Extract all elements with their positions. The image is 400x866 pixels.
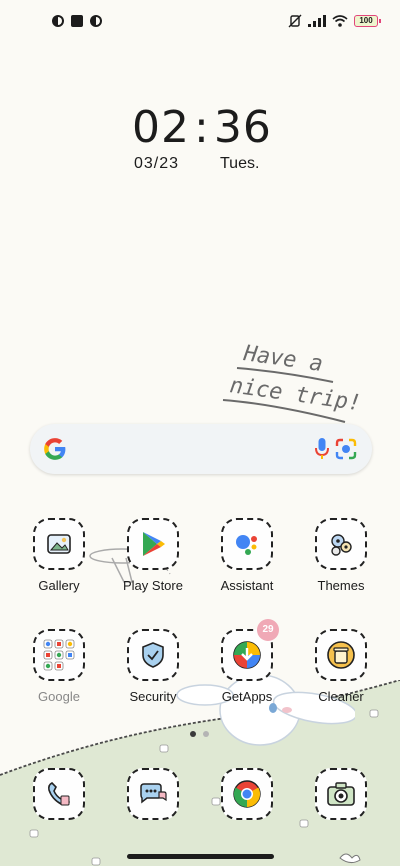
square-notification-icon [71, 15, 83, 27]
clock-date[interactable]: 03/23 [134, 155, 179, 173]
system-icons: 100 [288, 14, 381, 28]
clock-minutes: 36 [213, 102, 272, 153]
wallpaper-text-line1: Have a [241, 341, 324, 377]
signal-icon [308, 15, 326, 27]
getapps-icon[interactable]: 29 [221, 619, 279, 681]
app-label: GetApps [221, 689, 273, 704]
app-label: Google [38, 689, 80, 704]
wallpaper-lettering: Have a nice trip! [222, 341, 363, 423]
app-themes[interactable]: Themes [301, 518, 381, 593]
dock-chrome[interactable] [207, 768, 287, 820]
battery-indicator: 100 [354, 15, 381, 27]
google-folder-icon[interactable] [33, 629, 85, 681]
security-shield-icon[interactable] [127, 629, 179, 681]
app-getapps[interactable]: 29 GetApps [207, 619, 287, 704]
app-label: Themes [317, 578, 365, 593]
app-notification-icon [52, 15, 64, 27]
app-assistant[interactable]: Assistant [207, 518, 287, 593]
phone-icon[interactable] [33, 768, 85, 820]
page-indicator [190, 731, 209, 737]
clock-time[interactable]: 02:36 [132, 102, 272, 153]
app-label: Assistant [220, 578, 274, 593]
chrome-icon[interactable] [221, 768, 273, 820]
mute-vibrate-icon [288, 14, 302, 28]
google-search-bar[interactable] [30, 424, 372, 474]
google-lens-icon[interactable] [335, 438, 357, 460]
assistant-icon[interactable] [221, 518, 273, 570]
app-notification-icon [90, 15, 102, 27]
gesture-nav-handle[interactable] [127, 854, 274, 859]
gallery-icon[interactable] [33, 518, 85, 570]
camera-icon[interactable] [315, 768, 367, 820]
clock-hours: 02 [132, 102, 190, 153]
app-label: Gallery [38, 578, 80, 593]
app-security[interactable]: Security [113, 629, 193, 704]
app-label: Cleaner [318, 689, 364, 704]
app-label: Play Store [123, 578, 183, 593]
page-dot[interactable] [203, 731, 209, 737]
dock-messages[interactable] [113, 768, 193, 820]
page-dot-active[interactable] [190, 731, 196, 737]
app-cleaner[interactable]: Cleaner [301, 629, 381, 704]
notification-icons [52, 15, 102, 27]
app-gallery[interactable]: Gallery [19, 518, 99, 593]
app-play-store[interactable]: Play Store [113, 518, 193, 593]
clock-separator: : [194, 102, 210, 153]
clock-day[interactable]: Tues. [220, 155, 259, 173]
themes-icon[interactable] [315, 518, 367, 570]
app-google-folder[interactable]: Google [19, 629, 99, 704]
play-store-icon[interactable] [127, 518, 179, 570]
microphone-icon[interactable] [315, 437, 329, 461]
notification-badge: 29 [257, 619, 279, 641]
cleaner-icon[interactable] [315, 629, 367, 681]
wifi-icon [332, 15, 348, 27]
dock-phone[interactable] [19, 768, 99, 820]
google-g-icon[interactable] [42, 436, 68, 462]
status-bar: 100 [0, 10, 400, 34]
app-label: Security [129, 689, 177, 704]
messages-icon[interactable] [127, 768, 179, 820]
dock-camera[interactable] [301, 768, 381, 820]
